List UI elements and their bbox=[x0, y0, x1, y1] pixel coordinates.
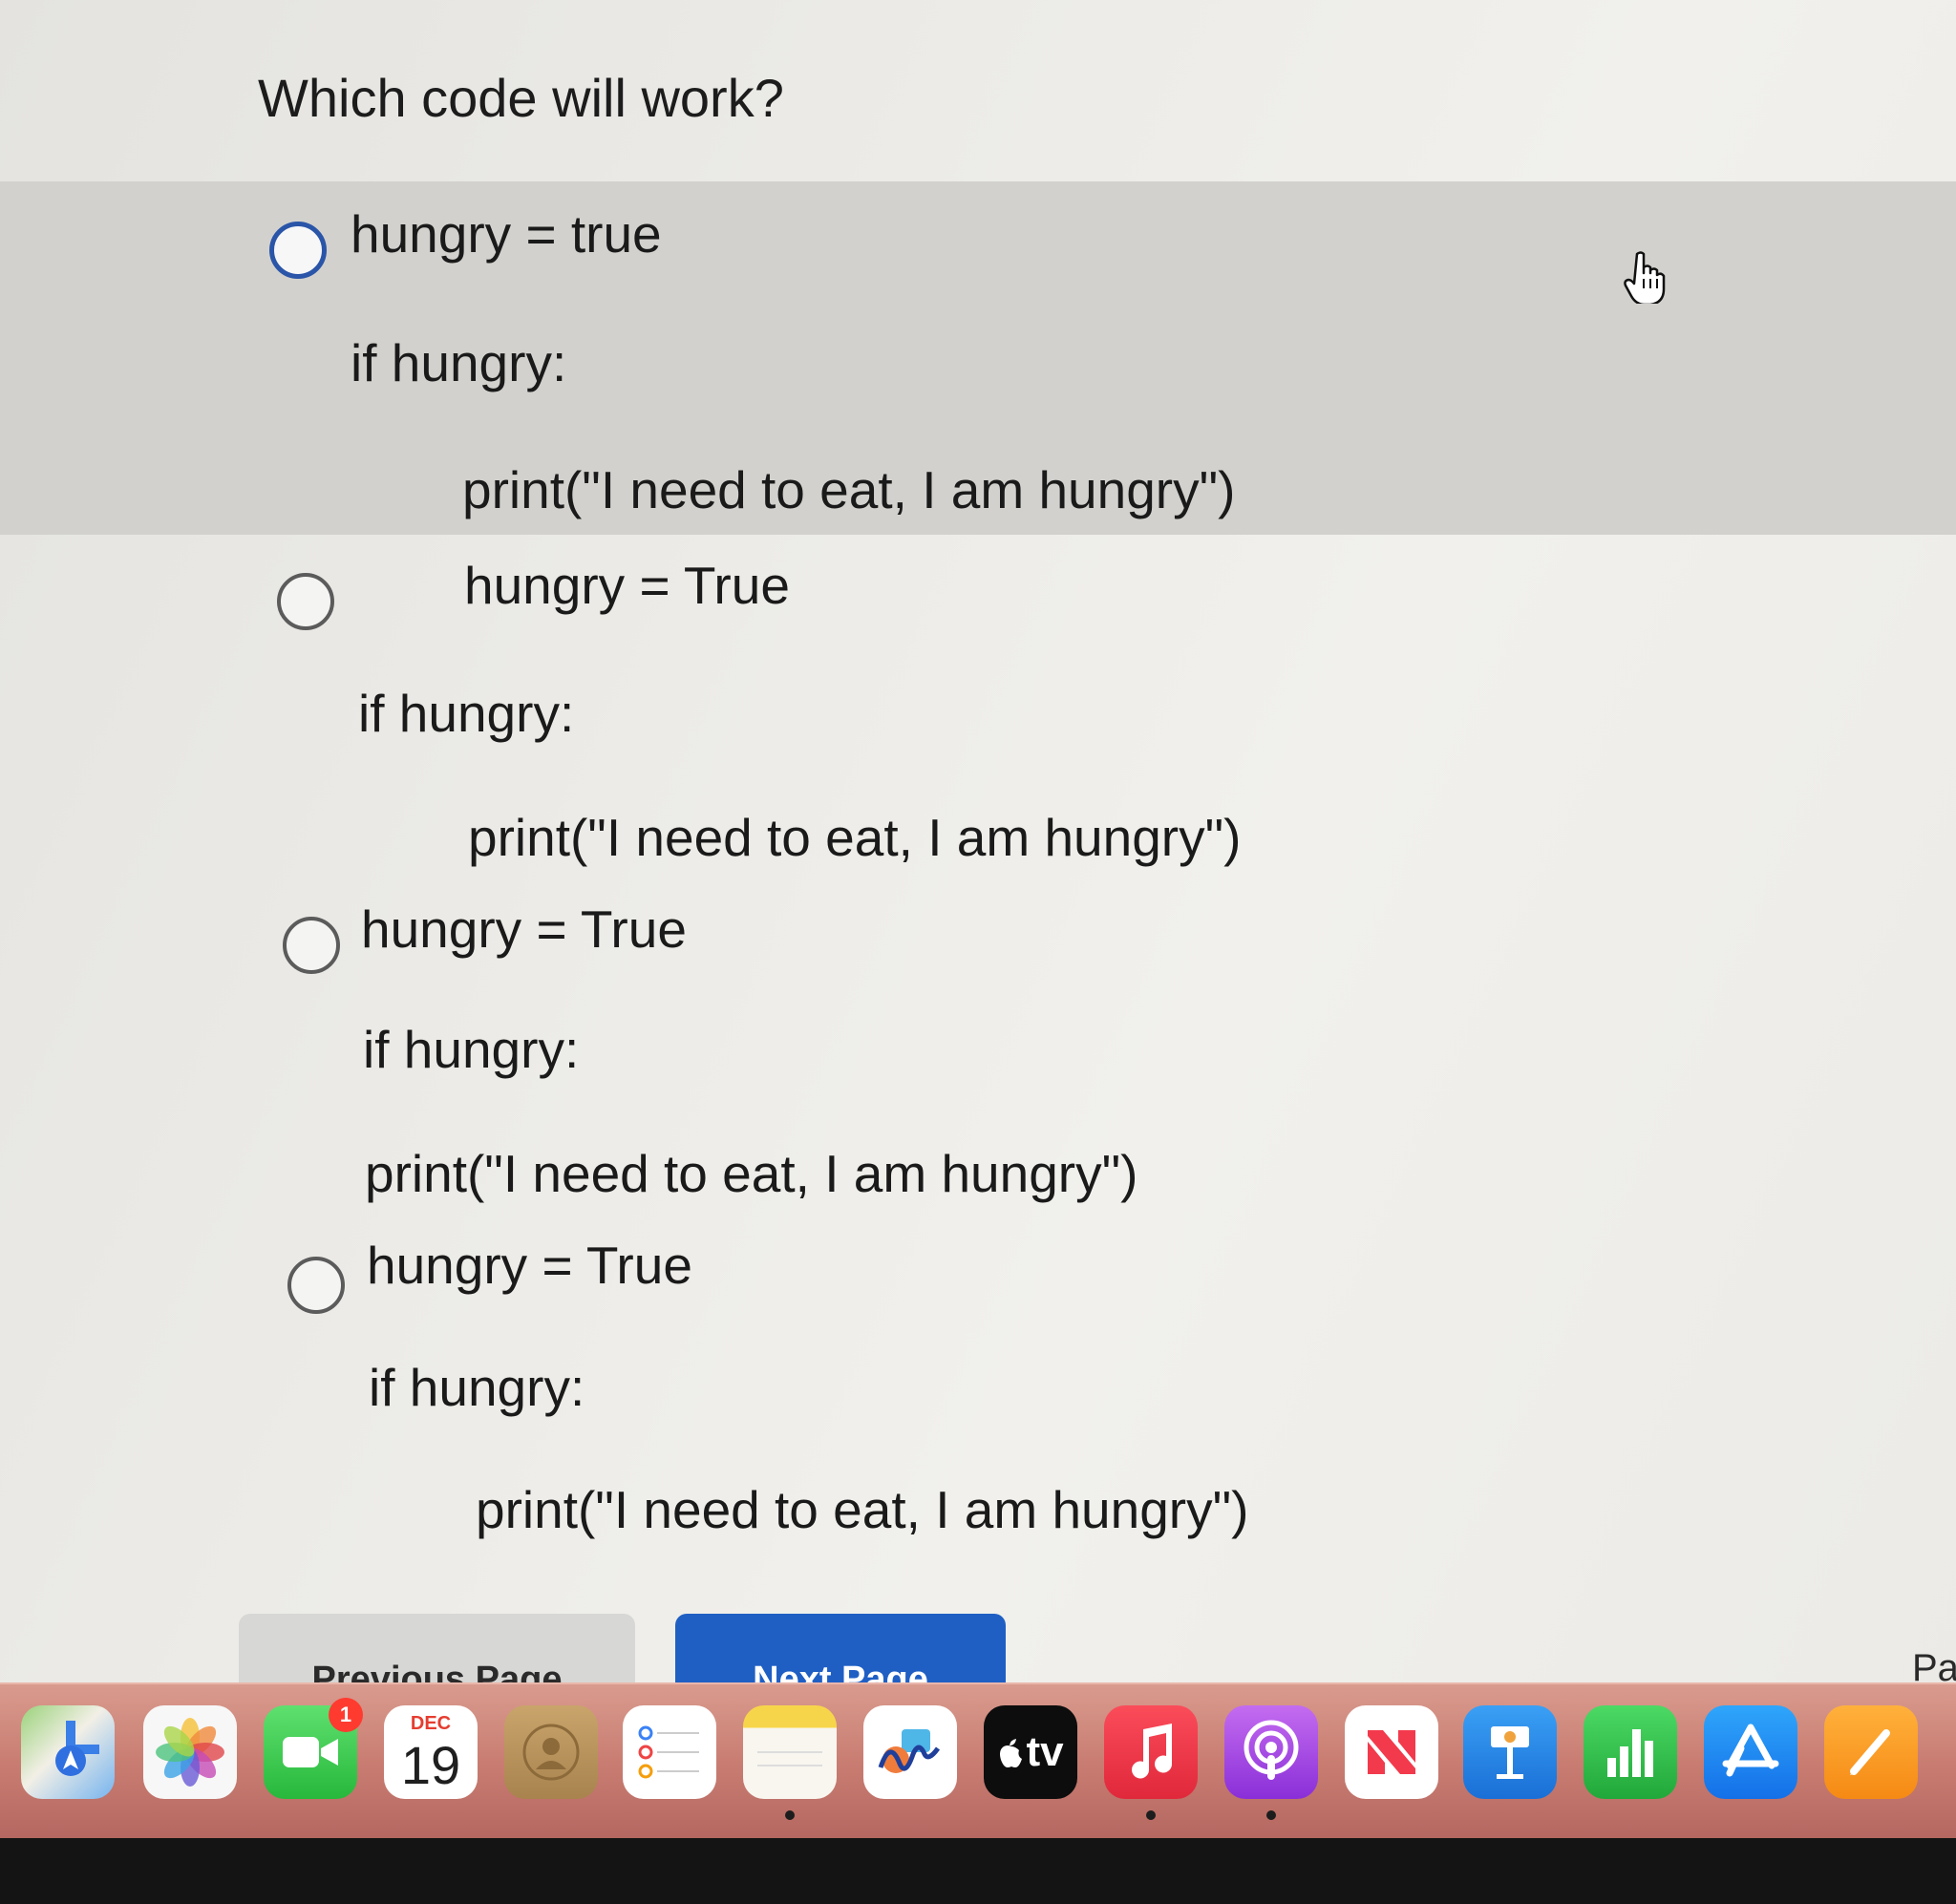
option-2-radio[interactable] bbox=[277, 573, 334, 630]
option-1[interactable]: hungry = true if hungry: print("I need t… bbox=[0, 181, 1956, 535]
notes-icon[interactable] bbox=[743, 1705, 837, 1799]
photos-icon[interactable] bbox=[143, 1705, 237, 1799]
reminders-icon[interactable] bbox=[623, 1705, 716, 1799]
facetime-icon[interactable]: 1 bbox=[264, 1698, 363, 1799]
option-3-radio[interactable] bbox=[283, 917, 340, 974]
apple-tv-icon[interactable]: tv bbox=[984, 1705, 1077, 1799]
option-4-radio[interactable] bbox=[287, 1257, 345, 1314]
app-store-icon[interactable] bbox=[1704, 1705, 1797, 1799]
freeform-icon[interactable] bbox=[863, 1705, 957, 1799]
option-2-line-1: hungry = True bbox=[464, 556, 790, 615]
podcasts-icon[interactable] bbox=[1224, 1705, 1318, 1799]
keynote-icon[interactable] bbox=[1463, 1705, 1557, 1799]
option-4-line-3: print("I need to eat, I am hungry") bbox=[476, 1480, 1249, 1539]
music-icon[interactable] bbox=[1104, 1705, 1198, 1799]
question-text: Which code will work? bbox=[258, 68, 784, 128]
option-3-line-3: print("I need to eat, I am hungry") bbox=[365, 1144, 1138, 1203]
option-2-line-2: if hungry: bbox=[358, 684, 575, 743]
option-1-radio[interactable] bbox=[269, 222, 327, 279]
option-4-line-2: if hungry: bbox=[369, 1358, 585, 1417]
option-3[interactable]: hungry = True if hungry: print("I need t… bbox=[0, 878, 1956, 1222]
option-1-line-2: if hungry: bbox=[351, 333, 567, 392]
calendar-day: 19 bbox=[400, 1735, 461, 1795]
maps-icon[interactable] bbox=[21, 1705, 115, 1799]
pages-icon[interactable] bbox=[1824, 1705, 1918, 1799]
option-2[interactable]: hungry = True if hungry: print("I need t… bbox=[0, 535, 1956, 878]
option-2-line-3: print("I need to eat, I am hungry") bbox=[468, 808, 1242, 867]
news-icon[interactable] bbox=[1345, 1705, 1438, 1799]
apple-tv-label: tv bbox=[1026, 1728, 1064, 1775]
numbers-icon[interactable] bbox=[1584, 1705, 1677, 1799]
option-4-line-1: hungry = True bbox=[367, 1236, 692, 1295]
option-3-line-1: hungry = True bbox=[361, 899, 687, 959]
notes-running-indicator bbox=[785, 1810, 795, 1820]
option-1-line-3: print("I need to eat, I am hungry") bbox=[462, 460, 1236, 519]
music-running-indicator bbox=[1146, 1810, 1156, 1820]
screen: Which code will work? hungry = true if h… bbox=[0, 0, 1956, 1838]
calendar-icon[interactable]: DEC 19 bbox=[384, 1705, 478, 1799]
calendar-month: DEC bbox=[410, 1713, 452, 1734]
option-4[interactable]: hungry = True if hungry: print("I need t… bbox=[0, 1222, 1956, 1566]
podcasts-running-indicator bbox=[1266, 1810, 1276, 1820]
option-1-line-1: hungry = true bbox=[351, 204, 662, 264]
contacts-icon[interactable] bbox=[504, 1705, 598, 1799]
facetime-badge: 1 bbox=[329, 1698, 363, 1732]
option-3-line-2: if hungry: bbox=[363, 1020, 580, 1079]
hand-pointer-icon bbox=[1624, 251, 1666, 304]
dock: 1 DEC 19 tv bbox=[0, 1682, 1956, 1838]
